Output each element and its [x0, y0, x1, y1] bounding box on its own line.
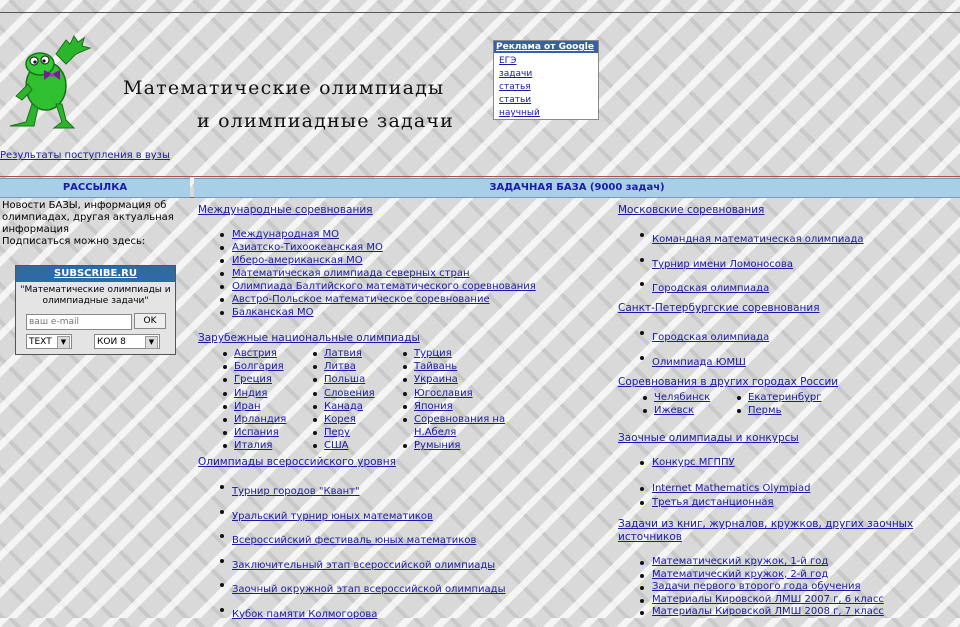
mailing-header: РАССЫЛКА [0, 178, 190, 198]
subscribe-ok-button[interactable]: OK [134, 313, 166, 329]
site-title-line2: и олимпиадные задачи [197, 110, 455, 132]
section-spb[interactable]: Санкт-Петербургские соревнования [618, 302, 820, 314]
google-ad-link[interactable]: научный [499, 108, 540, 118]
section-foreign[interactable]: Зарубежные национальные олимпиады [198, 332, 420, 344]
encoding-value: КОИ 8 [97, 337, 126, 347]
country-link[interactable]: Болгария [234, 361, 284, 372]
country-link[interactable]: Соревнования на [414, 414, 505, 425]
chevron-down-icon: ▼ [145, 336, 158, 349]
section-moscow[interactable]: Московские соревнования [618, 204, 764, 216]
country-link[interactable]: Индия [234, 388, 267, 399]
country-link[interactable]: Югославия [414, 388, 473, 399]
subscribe-prompt: Подписаться можно здесь: [2, 236, 146, 247]
moscow-list: Командная математическая олимпиада Турни… [638, 228, 864, 302]
google-ads-box: Реклама от Google ЕГЭ задачи статья стат… [493, 40, 599, 120]
country-link[interactable]: Перу [324, 427, 350, 438]
list-item-link[interactable]: Уральский турнир юных математиков [232, 511, 433, 522]
country-link[interactable]: Австрия [234, 348, 277, 359]
mailing-info: Новости БАЗЫ, информация об олимпиадах, … [2, 200, 178, 248]
google-ad-link[interactable]: ЕГЭ [499, 56, 516, 66]
list-item-link[interactable]: Балканская МО [232, 307, 313, 318]
list-item-link[interactable]: Олимпиада Балтийского математического со… [232, 281, 536, 292]
subscribe-list-name: "Математические олимпиады и олимпиадные … [20, 285, 171, 306]
country-link[interactable]: Италия [234, 440, 272, 451]
other-cities: Челябинск Ижевск Екатеринбург Пермь [642, 391, 826, 417]
format-select[interactable]: TEXT ▼ [26, 334, 72, 349]
section-divider [0, 176, 960, 177]
list-item-link[interactable]: Конкурс МГППУ [652, 457, 735, 468]
format-value: TEXT [29, 337, 52, 347]
country-link[interactable]: Латвия [324, 348, 362, 359]
list-item-link[interactable]: Internet Mathematics Olympiad [652, 483, 810, 494]
task-base-header: ЗАДАЧНАЯ БАЗА (9000 задач) [194, 178, 960, 198]
country-link[interactable]: Иран [234, 401, 261, 412]
list-item-link[interactable]: Заочный окружной этап всероссийской олим… [232, 584, 505, 595]
list-item-link[interactable]: Математический кружок, 2-й год [652, 569, 828, 580]
subscribe-title[interactable]: SUBSCRIBE.RU [16, 266, 175, 282]
country-link[interactable]: Турция [414, 348, 452, 359]
list-item-link[interactable]: Третья дистанционная [652, 497, 774, 508]
country-link[interactable]: Япония [414, 401, 453, 412]
section-international[interactable]: Международные соревнования [198, 204, 372, 216]
tasks-books-list: Математический кружок, 1-й год Математич… [638, 556, 884, 619]
list-item-link[interactable]: Международная МО [232, 229, 339, 240]
google-ads-title[interactable]: Реклама от Google [494, 41, 598, 53]
country-link[interactable]: Н.Абеля [414, 427, 456, 438]
site-title-line1: Математические олимпиады [123, 77, 445, 99]
spb-list: Городская олимпиада Олимпиада ЮМШ [638, 326, 769, 375]
frog-logo [4, 34, 94, 134]
country-link[interactable]: Ирландия [234, 414, 286, 425]
list-item-link[interactable]: Задачи первого второго года обучения [652, 581, 861, 592]
list-item-link[interactable]: Турнир городов "Квант" [232, 486, 360, 497]
country-link[interactable]: Испания [234, 427, 279, 438]
google-ad-link[interactable]: статья [499, 82, 531, 92]
list-item-link[interactable]: Олимпиада ЮМШ [652, 357, 746, 368]
email-input[interactable] [26, 314, 132, 330]
country-link[interactable]: Корея [324, 414, 356, 425]
encoding-select[interactable]: КОИ 8 ▼ [94, 334, 160, 349]
results-link[interactable]: Результаты поступления в вузы [0, 150, 170, 161]
mailing-description: Новости БАЗЫ, информация об олимпиадах, … [2, 200, 174, 235]
list-item-link[interactable]: Командная математическая олимпиада [652, 234, 864, 245]
country-link[interactable]: Румыния [414, 440, 460, 451]
city-link[interactable]: Ижевск [654, 405, 694, 416]
foreign-countries: Австрия Болгария Греция Индия Иран Ирлан… [222, 347, 512, 453]
list-item-link[interactable]: Математический кружок, 1-й год [652, 556, 828, 567]
country-link[interactable]: Украина [414, 374, 458, 385]
country-link[interactable]: Польша [324, 374, 365, 385]
country-link[interactable]: Канада [324, 401, 363, 412]
list-item-link[interactable]: Городская олимпиада [652, 283, 769, 294]
all-russian-list: Турнир городов "Квант" Уральский турнир … [218, 480, 505, 627]
section-all-russian[interactable]: Олимпиады всероссийского уровня [198, 456, 396, 468]
list-item-link[interactable]: Турнир имени Ломоносова [652, 259, 793, 270]
subscribe-form: SUBSCRIBE.RU "Математические олимпиады и… [15, 265, 176, 355]
country-link[interactable]: Словения [324, 388, 375, 399]
google-ad-link[interactable]: статьи [499, 95, 531, 105]
list-item-link[interactable]: Азиатско-Тихоокеанская МО [232, 242, 383, 253]
list-item-link[interactable]: Материалы Кировской ЛМШ 2007 г, 6 класс [652, 594, 884, 605]
chevron-down-icon: ▼ [57, 336, 70, 349]
section-tasks-books[interactable]: Задачи из книг, журналов, кружков, други… [618, 518, 938, 544]
city-link[interactable]: Челябинск [654, 392, 710, 403]
google-ad-link[interactable]: задачи [499, 69, 532, 79]
city-link[interactable]: Пермь [748, 405, 781, 416]
city-link[interactable]: Екатеринбург [748, 392, 822, 403]
list-item-link[interactable]: Заключительный этап всероссийской олимпи… [232, 560, 495, 571]
section-distance[interactable]: Заочные олимпиады и конкурсы [618, 432, 799, 444]
country-link[interactable]: США [324, 440, 349, 451]
country-link[interactable]: Греция [234, 374, 272, 385]
international-list: Международная МО Азиатско-Тихоокеанская … [218, 228, 536, 319]
list-item-link[interactable]: Всероссийский фестиваль юных математиков [232, 535, 476, 546]
list-item-link[interactable]: Математическая олимпиада северных стран [232, 268, 470, 279]
section-other-cities[interactable]: Соревнования в других городах России [618, 376, 838, 388]
distance-list: Конкурс МГППУ Internet Mathematics Olymp… [638, 456, 810, 510]
list-item-link[interactable]: Австро-Польское математическое соревнова… [232, 294, 490, 305]
country-link[interactable]: Тайвань [414, 361, 457, 372]
list-item-link[interactable]: Материалы Кировской ЛМШ 2008 г, 7 класс [652, 606, 884, 617]
country-link[interactable]: Литва [324, 361, 356, 372]
list-item-link[interactable]: Городская олимпиада [652, 332, 769, 343]
top-divider [0, 12, 960, 13]
list-item-link[interactable]: Иберо-американская МО [232, 255, 363, 266]
